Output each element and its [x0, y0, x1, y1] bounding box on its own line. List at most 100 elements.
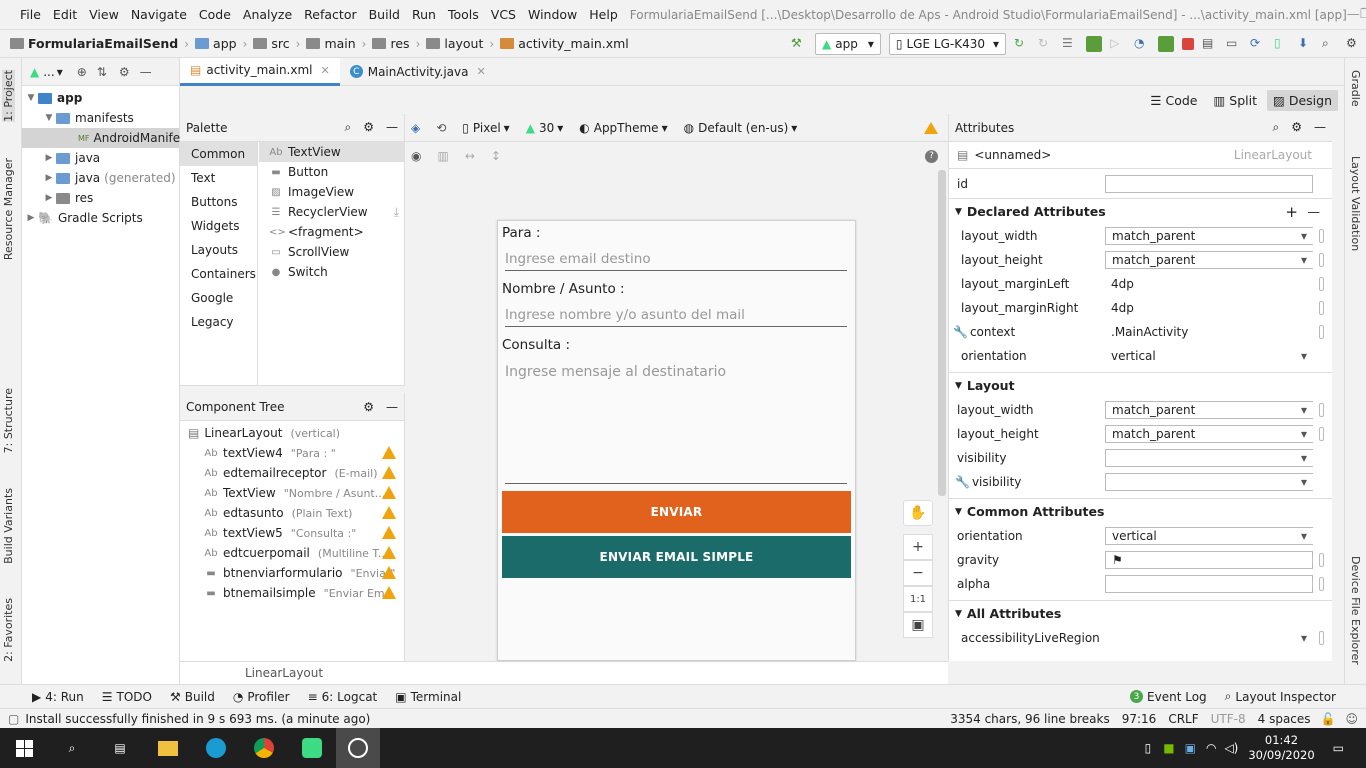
- avd-manager-icon[interactable]: ▭: [1226, 36, 1242, 52]
- menu-tools[interactable]: Tools: [442, 7, 485, 22]
- tool-logcat[interactable]: ≡ 6: Logcat: [308, 690, 378, 704]
- attr-value-input[interactable]: .MainActivity: [1105, 323, 1313, 341]
- breadcrumb-src[interactable]: src: [249, 36, 293, 51]
- volume-icon[interactable]: ◁): [1224, 741, 1238, 755]
- orientation-icon[interactable]: ⟲: [436, 121, 446, 135]
- tab-device-file-explorer[interactable]: Device File Explorer: [1349, 556, 1362, 665]
- attr-value-dropdown[interactable]: match_parent: [1105, 251, 1313, 269]
- warning-icon[interactable]: [382, 586, 396, 599]
- menu-window[interactable]: Window: [522, 7, 583, 22]
- vertical-resize-icon[interactable]: ↕: [491, 149, 501, 163]
- breadcrumb-res[interactable]: res: [368, 36, 413, 51]
- tab-project[interactable]: 1: Project: [2, 70, 15, 122]
- hide-icon[interactable]: —: [386, 120, 398, 134]
- coverage-icon[interactable]: ▷: [1110, 36, 1126, 52]
- theme-select[interactable]: ◐ AppTheme ▾: [579, 121, 667, 135]
- menu-vcs[interactable]: VCS: [485, 7, 522, 22]
- attr-value-dropdown[interactable]: [1105, 449, 1313, 467]
- section-common[interactable]: ▼ Common Attributes: [949, 498, 1332, 524]
- blueprint-icon[interactable]: ▥: [437, 149, 448, 163]
- split-mode-button[interactable]: ▥ Split: [1207, 90, 1263, 111]
- collapse-icon[interactable]: ⇅: [97, 65, 107, 79]
- close-icon[interactable]: ✕: [321, 64, 330, 77]
- notifications-icon[interactable]: ▭: [1333, 741, 1344, 755]
- tool-run[interactable]: ▶ 4: Run: [32, 690, 84, 704]
- tree-item-java-generated[interactable]: ▶ java (generated): [22, 168, 179, 188]
- tab-structure[interactable]: 7: Structure: [2, 388, 15, 453]
- tree-node-textview4[interactable]: Ab textView4 "Para : ": [180, 443, 404, 463]
- sync-gradle-icon[interactable]: ⟳: [1250, 36, 1266, 52]
- tree-node-edtasunto[interactable]: Ab edtasunto (Plain Text): [180, 503, 404, 523]
- attr-value-dropdown[interactable]: [1105, 473, 1313, 491]
- profile-icon[interactable]: ◔: [1134, 36, 1150, 52]
- palette-category-widgets[interactable]: Widgets: [180, 214, 257, 238]
- breadcrumb-layout[interactable]: layout: [422, 36, 487, 51]
- menu-refactor[interactable]: Refactor: [298, 7, 362, 22]
- palette-item-imageview[interactable]: ▨ ImageView: [259, 182, 405, 202]
- tool-todo[interactable]: ☰ TODO: [102, 690, 152, 704]
- attr-value-dropdown[interactable]: [1105, 629, 1313, 647]
- gear-icon[interactable]: ⚙: [363, 400, 374, 414]
- layout-preview[interactable]: Para : Ingrese email destino Nombre / As…: [497, 220, 856, 661]
- nvidia-icon[interactable]: ■: [1163, 741, 1174, 755]
- section-all[interactable]: ▼ All Attributes: [949, 600, 1332, 626]
- menu-analyze[interactable]: Analyze: [237, 7, 298, 22]
- attr-value-input[interactable]: ⚑: [1105, 551, 1313, 569]
- palette-item-scrollview[interactable]: ▭ ScrollView: [259, 242, 405, 262]
- attr-value-dropdown[interactable]: match_parent: [1105, 425, 1313, 443]
- hide-icon[interactable]: —: [140, 65, 152, 79]
- enviar-button[interactable]: ENVIAR: [502, 491, 851, 533]
- tool-layout-inspector[interactable]: ⌕ Layout Inspector: [1225, 689, 1336, 704]
- warning-icon[interactable]: [382, 566, 396, 579]
- zoom-one-to-one-button[interactable]: 1:1: [903, 586, 933, 612]
- palette-item-textview[interactable]: Ab TextView: [259, 142, 405, 162]
- palette-item-switch[interactable]: ● Switch: [259, 262, 405, 282]
- code-mode-button[interactable]: ☰ Code: [1144, 90, 1203, 111]
- menu-help[interactable]: Help: [583, 7, 624, 22]
- palette-category-google[interactable]: Google: [180, 286, 257, 310]
- lock-icon[interactable]: 🔓: [1321, 712, 1336, 726]
- settings-icon[interactable]: ⚙: [1346, 36, 1362, 52]
- warning-icon[interactable]: [382, 506, 396, 519]
- status-encoding[interactable]: UTF-8: [1211, 712, 1246, 726]
- label-para[interactable]: Para :: [502, 225, 540, 241]
- device-preview-select[interactable]: ▯ Pixel ▾: [462, 121, 509, 135]
- tab-build-variants[interactable]: Build Variants: [2, 488, 15, 564]
- layers-icon[interactable]: ◈: [411, 121, 420, 135]
- tree-item-manifests[interactable]: ▼ manifests: [22, 108, 179, 128]
- palette-item-fragment[interactable]: <> <fragment>: [259, 222, 405, 242]
- device-select[interactable]: ▯ LGE LG-K430 ▾: [888, 32, 1006, 55]
- search-icon[interactable]: ⌕: [345, 120, 352, 134]
- search-icon[interactable]: ⌕: [1273, 120, 1280, 134]
- help-icon[interactable]: ?: [925, 149, 938, 163]
- tool-terminal[interactable]: ▣ Terminal: [395, 690, 461, 704]
- gear-icon[interactable]: ⚙: [363, 120, 374, 134]
- hide-icon[interactable]: —: [386, 400, 398, 414]
- restore-icon[interactable]: ❐: [1360, 7, 1366, 22]
- attr-value-dropdown[interactable]: vertical: [1105, 527, 1313, 545]
- debug-icon[interactable]: [1086, 35, 1102, 52]
- status-line-separator[interactable]: CRLF: [1168, 712, 1198, 726]
- breadcrumb-project[interactable]: FormulariaEmailSend: [6, 36, 182, 51]
- tab-gradle[interactable]: Gradle: [1349, 70, 1362, 107]
- zoom-fit-icon[interactable]: ▣: [903, 612, 933, 638]
- apply-code-icon[interactable]: ↻: [1038, 36, 1054, 52]
- chrome-icon[interactable]: [240, 728, 288, 768]
- edge-icon[interactable]: [192, 728, 240, 768]
- search-icon[interactable]: ⌕: [48, 728, 96, 768]
- status-indent[interactable]: 4 spaces: [1258, 712, 1311, 726]
- attr-value-input[interactable]: 4dp: [1105, 299, 1313, 317]
- attach-debugger-icon[interactable]: [1158, 35, 1174, 52]
- attr-value-input[interactable]: [1105, 575, 1313, 593]
- zoom-in-icon[interactable]: +: [903, 534, 933, 560]
- hide-icon[interactable]: —: [1314, 120, 1326, 134]
- enviar-email-simple-button[interactable]: ENVIAR EMAIL SIMPLE: [502, 536, 851, 578]
- clock[interactable]: 01:42 30/09/2020: [1248, 733, 1314, 763]
- search-icon[interactable]: ⌕: [1322, 36, 1338, 52]
- warning-icon[interactable]: [382, 526, 396, 539]
- eye-icon[interactable]: ◉: [411, 149, 421, 163]
- warning-icon[interactable]: [382, 466, 396, 479]
- palette-category-buttons[interactable]: Buttons: [180, 190, 257, 214]
- canvas-scrollbar[interactable]: [938, 170, 946, 496]
- input-email[interactable]: Ingrese email destino: [505, 251, 847, 271]
